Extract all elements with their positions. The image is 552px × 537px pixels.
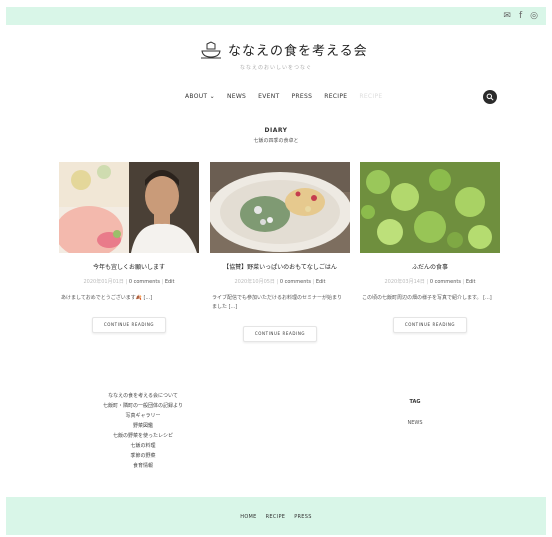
tag-widget-title: TAG [409,399,421,405]
site-title: ななえの食を考える会 [228,44,368,59]
footer-nav: HOME RECIPE PRESS [6,514,546,520]
post-title[interactable]: 今年も宜しくお願いします [59,262,199,271]
social-links: ✉ f ◎ [503,10,538,22]
footer-link[interactable]: ななえの食を考える会について [88,391,198,401]
top-bar: ✉ f ◎ [6,7,546,25]
instagram-icon[interactable]: ◎ [530,10,538,22]
post-thumbnail-plants[interactable] [360,162,500,253]
mail-icon[interactable]: ✉ [503,10,511,22]
footer-bar: HOME RECIPE PRESS [6,497,546,535]
nav-item-press[interactable]: PRESS [292,93,313,100]
post-edit-link[interactable]: Edit [466,279,476,285]
post-edit-link[interactable]: Edit [165,279,175,285]
tag-link-news[interactable]: NEWS [395,420,435,426]
nav-item-recipe-faint[interactable]: RECIPE [359,93,382,100]
section-title: DIARY [264,127,288,134]
post-thumbnail-dish[interactable] [210,162,350,253]
footer-link[interactable]: 野菜図鑑 [88,421,198,431]
nav-item-event[interactable]: EVENT [258,93,279,100]
continue-reading-button[interactable]: CONTINUE READING [92,317,166,333]
post-thumbnail-portrait[interactable] [59,162,199,253]
post-date: 2020年01月01日 [83,279,124,285]
facebook-icon[interactable]: f [519,10,522,22]
footer-link[interactable]: 季節の野菜 [88,451,198,461]
footer-link[interactable]: 七飯の料理 [88,441,198,451]
post-comments-link[interactable]: 0 comments [280,279,311,285]
footer-nav-recipe[interactable]: RECIPE [266,514,286,520]
bowl-logo-icon [201,40,221,58]
footer-link-list: ななえの食を考える会について 七飯町・隣町の一般団体の記録より 写真ギャラリー … [88,391,198,471]
nav-item-about[interactable]: ABOUT ⌄ [185,93,215,100]
post-excerpt: ライブ配信でも参加いただけるお料理のセミナーが始まりました [...] [212,295,343,310]
post-title[interactable]: ふだんの食事 [360,262,500,271]
footer-link[interactable]: 七飯町・隣町の一般団体の記録より [88,401,198,411]
search-icon [486,93,494,101]
post-comments-link[interactable]: 0 comments [129,279,160,285]
post-card: 【協賛】野菜いっぱいのおもてなしごはん 2020年10月05日 | 0 comm… [210,162,350,342]
post-comments-link[interactable]: 0 comments [430,279,461,285]
section-subtitle: 七飯の四季の食卓と [253,138,299,144]
post-meta: 2020年03月14日 | 0 comments | Edit [384,279,476,285]
nav-item-news[interactable]: NEWS [227,93,246,100]
post-date: 2020年10月05日 [234,279,275,285]
post-date: 2020年03月14日 [384,279,425,285]
post-excerpt: あけましておめでとうございます🍂 [...] [61,295,153,301]
post-meta: 2020年01月01日 | 0 comments | Edit [83,279,175,285]
continue-reading-button[interactable]: CONTINUE READING [243,326,317,342]
footer-nav-press[interactable]: PRESS [294,514,312,520]
nav-item-recipe[interactable]: RECIPE [324,93,347,100]
post-meta: 2020年10月05日 | 0 comments | Edit [234,279,326,285]
post-card: 今年も宜しくお願いします 2020年01月01日 | 0 comments | … [59,162,199,333]
post-edit-link[interactable]: Edit [316,279,326,285]
footer-link[interactable]: 食育情報 [88,461,198,471]
site-tagline: ななえのおいしいをつなぐ [239,65,312,71]
main-nav: ABOUT ⌄ NEWS EVENT PRESS RECIPE RECIPE [185,93,383,100]
footer-nav-home[interactable]: HOME [240,514,256,520]
site-logo[interactable]: ななえの食を考える会 [200,40,368,59]
post-card: ふだんの食事 2020年03月14日 | 0 comments | Edit こ… [360,162,500,333]
footer-link[interactable]: 七飯の野菜を使ったレシピ [88,431,198,441]
post-title[interactable]: 【協賛】野菜いっぱいのおもてなしごはん [210,262,350,271]
post-excerpt: この頃の七飯町周辺の畑の様子を写真で紹介します。 [...] [362,295,492,301]
footer-link[interactable]: 写真ギャラリー [88,411,198,421]
continue-reading-button[interactable]: CONTINUE READING [393,317,467,333]
search-button[interactable] [483,90,497,104]
